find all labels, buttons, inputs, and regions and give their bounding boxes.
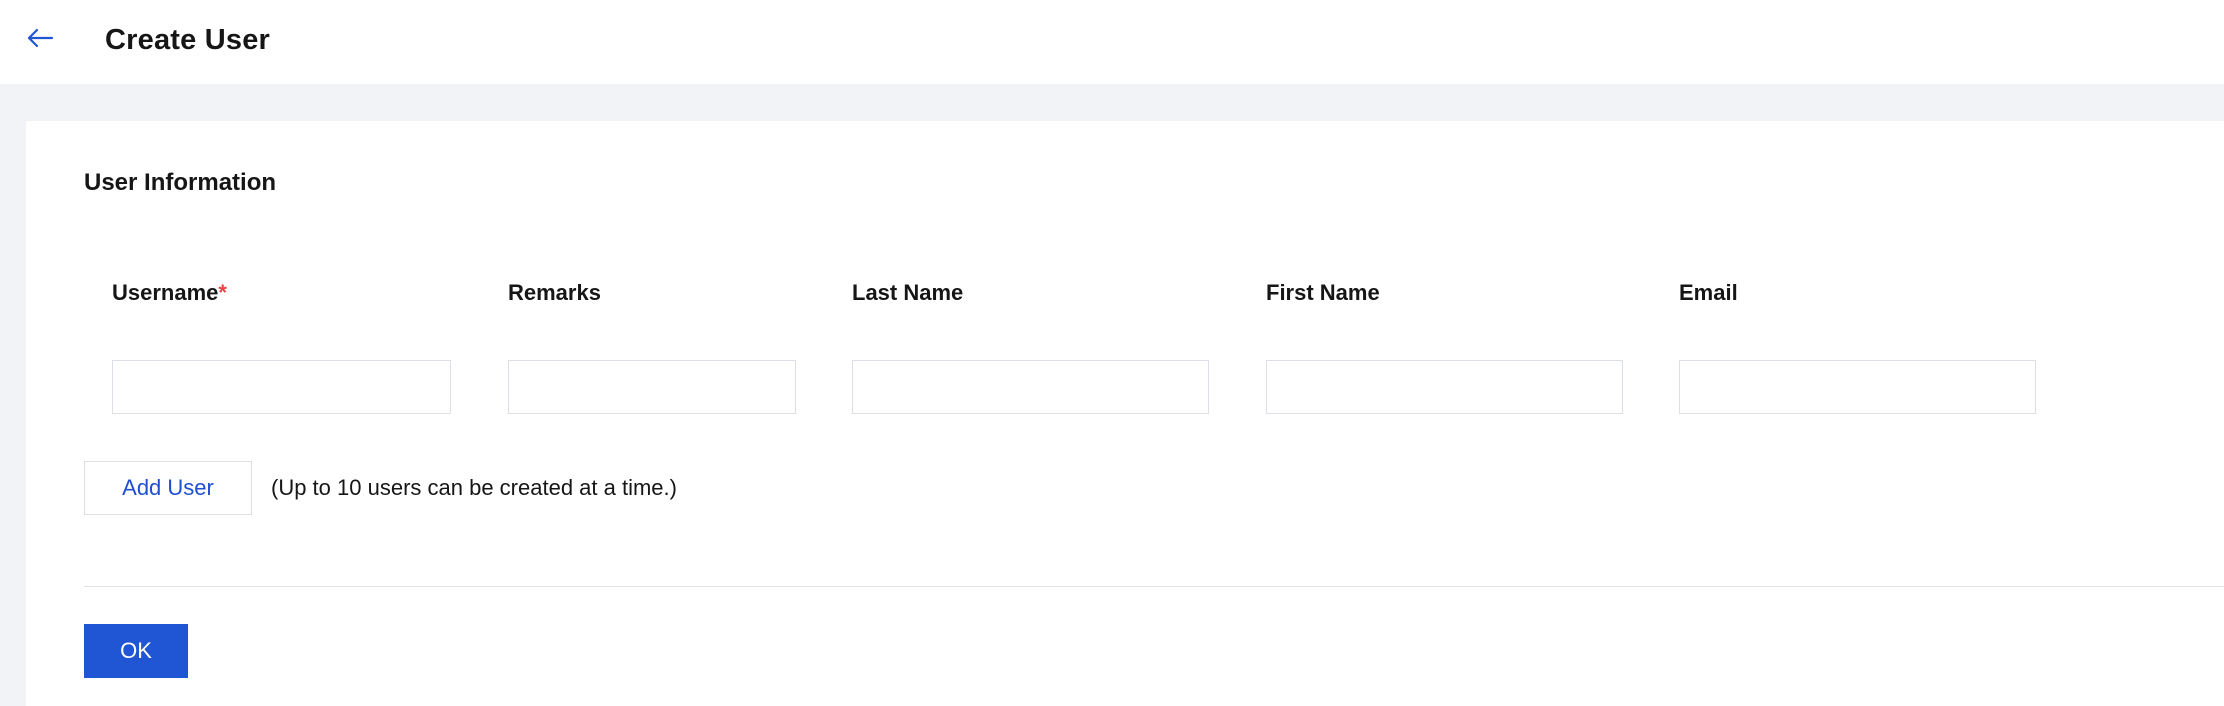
add-user-button[interactable]: Add User bbox=[84, 461, 252, 515]
section-title: User Information bbox=[84, 169, 277, 196]
back-button[interactable] bbox=[24, 22, 56, 54]
user-limit-hint: (Up to 10 users can be created at a time… bbox=[271, 475, 677, 500]
first-name-label: First Name bbox=[1266, 280, 1380, 305]
remarks-input[interactable] bbox=[508, 360, 796, 414]
first-name-input[interactable] bbox=[1266, 360, 1623, 414]
last-name-label: Last Name bbox=[852, 280, 964, 305]
email-label: Email bbox=[1679, 280, 1738, 305]
ok-button[interactable]: OK bbox=[84, 624, 188, 678]
user-information-panel: User Information Username* Remarks Last … bbox=[26, 121, 2224, 706]
last-name-input[interactable] bbox=[852, 360, 1209, 414]
arrow-left-icon bbox=[27, 28, 54, 48]
username-input[interactable] bbox=[112, 360, 451, 414]
remarks-label: Remarks bbox=[508, 280, 601, 305]
username-label: Username* bbox=[112, 278, 227, 308]
divider bbox=[84, 586, 2224, 587]
page-title: Create User bbox=[105, 24, 271, 56]
page-header: Create User bbox=[0, 0, 2224, 84]
email-input[interactable] bbox=[1679, 360, 2036, 414]
required-marker: * bbox=[218, 280, 227, 305]
username-label-text: Username bbox=[112, 280, 219, 305]
